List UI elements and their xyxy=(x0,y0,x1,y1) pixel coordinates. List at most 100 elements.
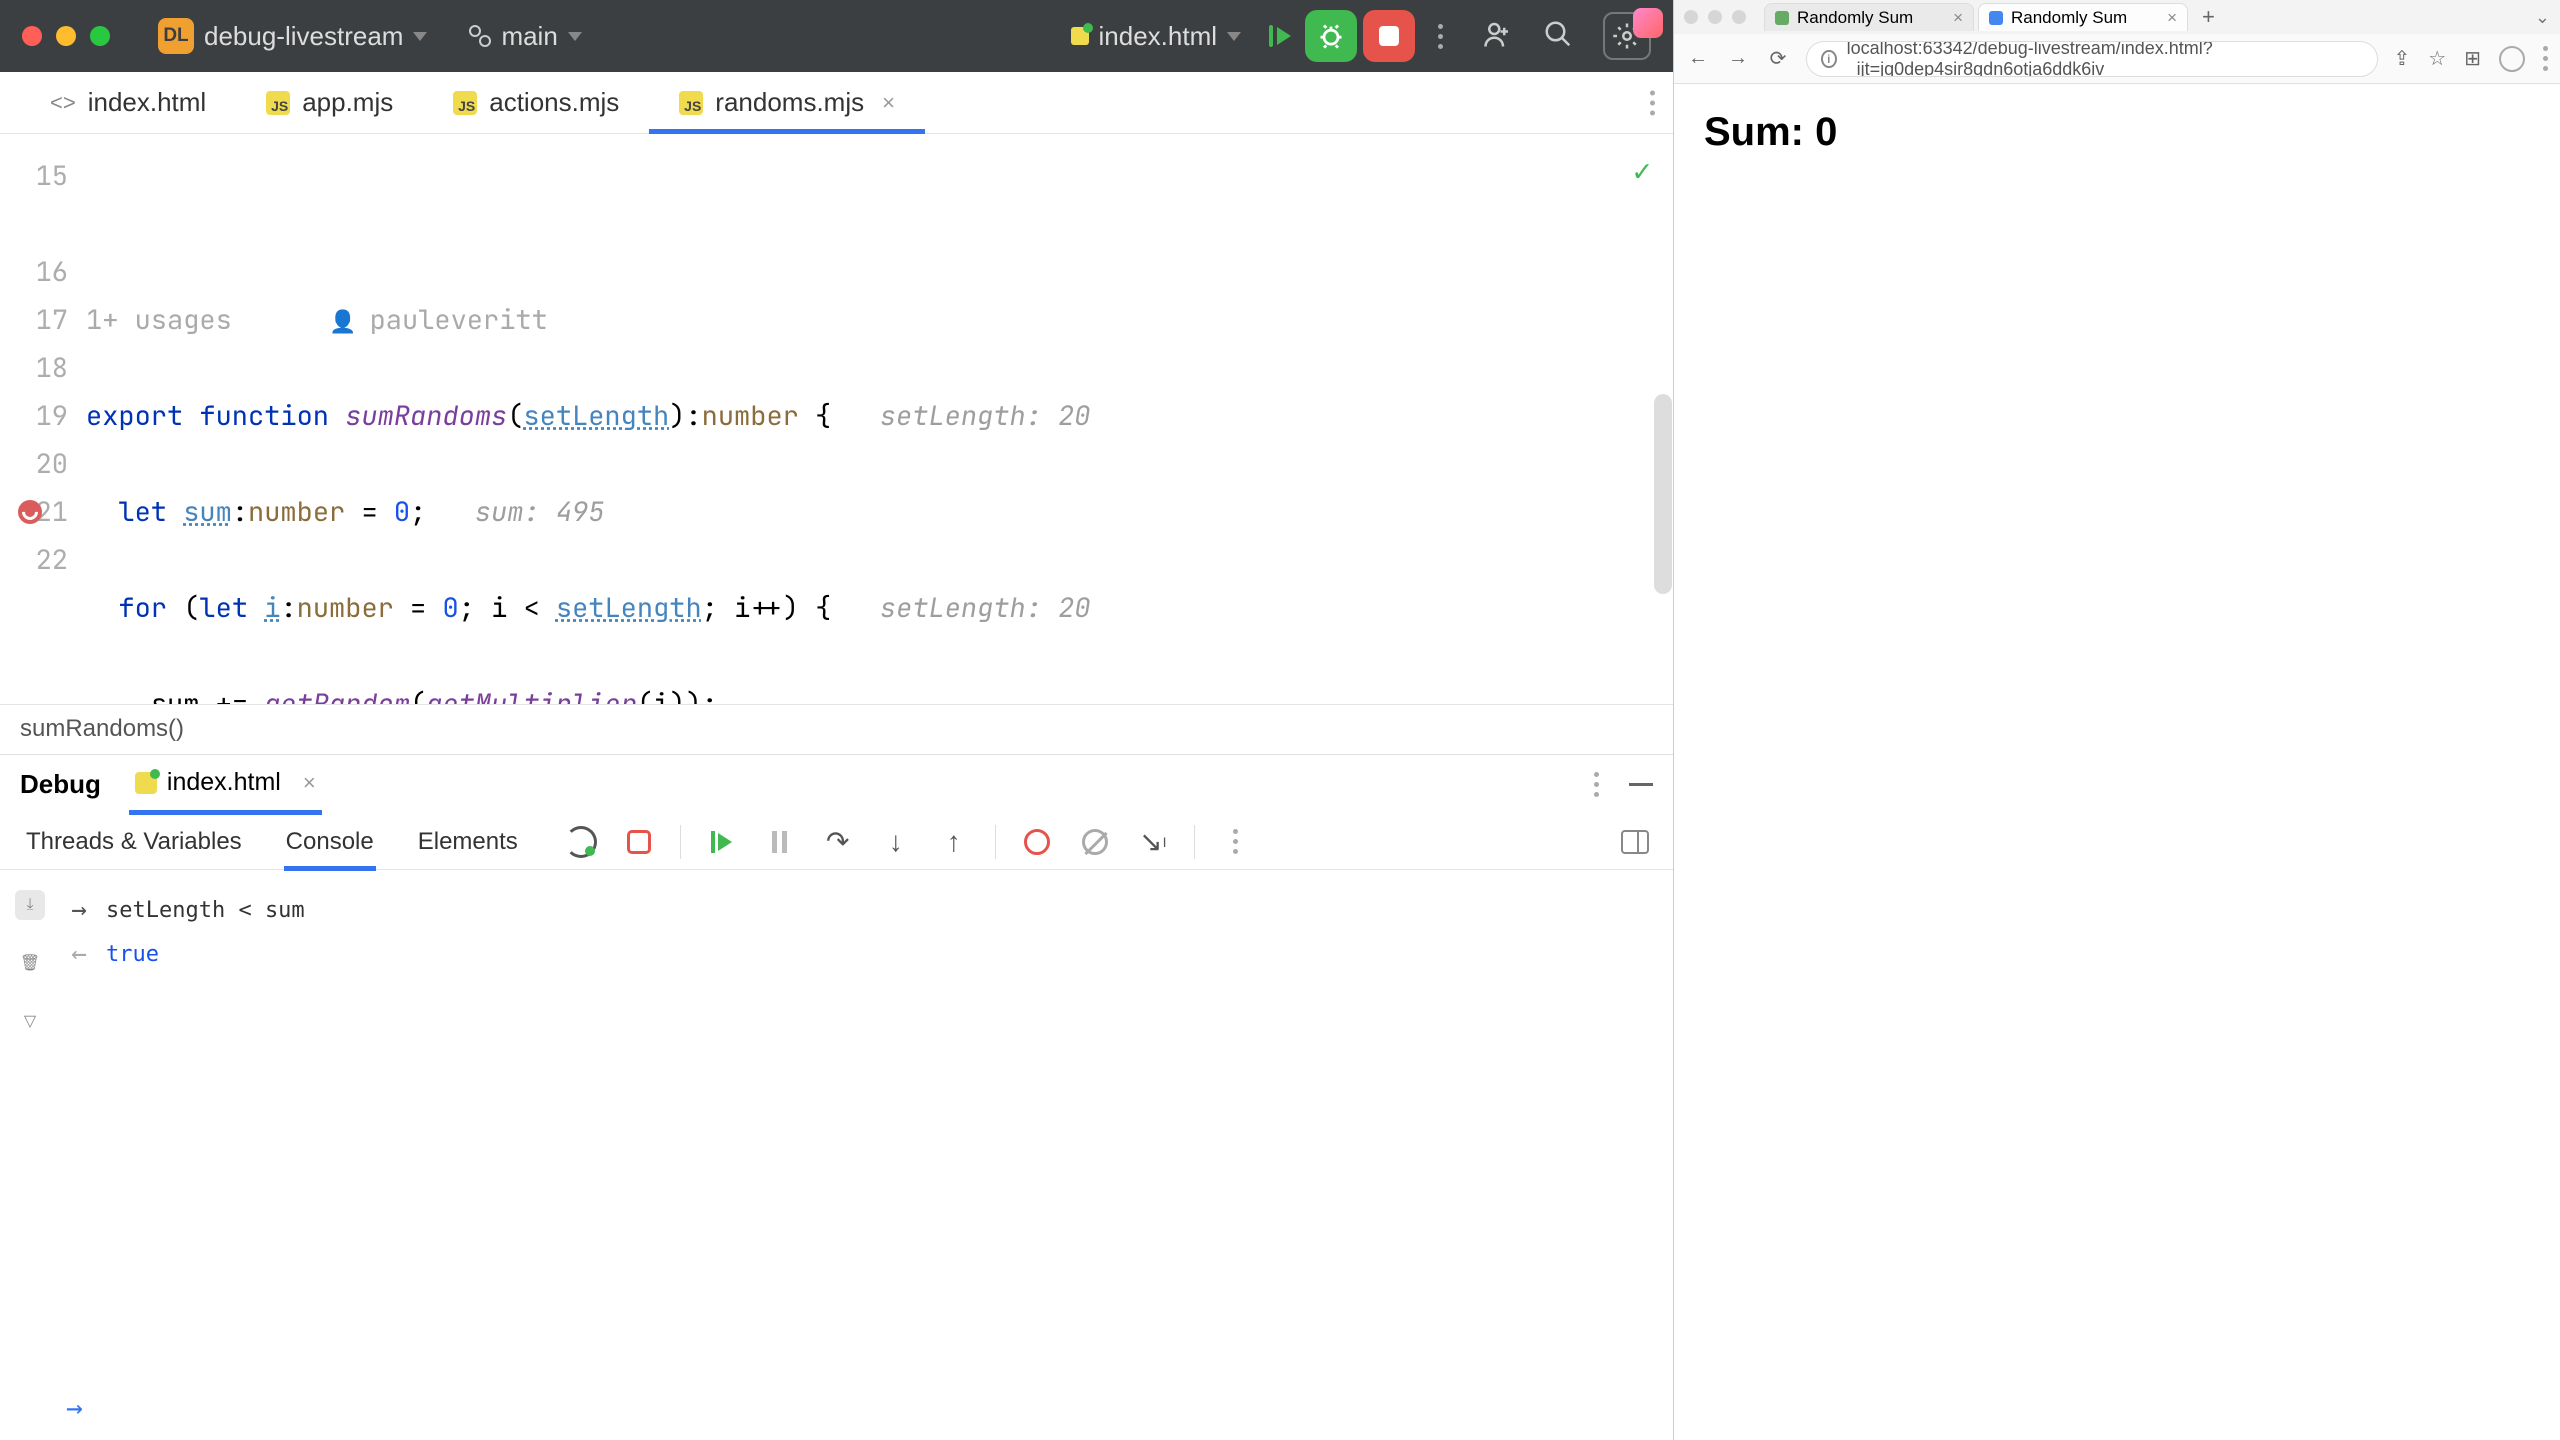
separator xyxy=(1194,825,1195,859)
chevron-down-icon xyxy=(413,32,427,41)
zoom-window-icon[interactable] xyxy=(90,26,110,46)
close-tab-icon[interactable]: × xyxy=(1953,8,1963,28)
tab-app-mjs[interactable]: JS app.mjs xyxy=(236,72,423,133)
console-expression: setLength < sum xyxy=(106,898,305,923)
code-meta-line: 1+ usages pauleveritt xyxy=(82,296,1673,344)
collaborate-icon[interactable] xyxy=(1483,19,1513,54)
output-arrow-icon: ← xyxy=(66,939,92,969)
browser-window-controls xyxy=(1684,10,1746,24)
line-number: 15 xyxy=(0,152,68,200)
line-gutter[interactable]: 15 16 17 18 19 20 21 22 xyxy=(0,134,82,704)
project-selector[interactable]: debug-livestream xyxy=(204,21,427,52)
close-tab-icon[interactable]: × xyxy=(882,90,895,116)
tabs-more-button[interactable] xyxy=(1650,90,1655,115)
tab-randoms-mjs[interactable]: JS randoms.mjs × xyxy=(649,72,925,133)
browser-menu-icon[interactable] xyxy=(2543,46,2548,71)
tab-elements[interactable]: Elements xyxy=(416,814,520,870)
clear-console-icon[interactable]: 🗑 xyxy=(15,948,45,978)
tab-label: actions.mjs xyxy=(489,87,619,118)
project-badge[interactable]: DL xyxy=(158,18,194,54)
editor-tabs: <> index.html JS app.mjs JS actions.mjs … xyxy=(0,72,1673,134)
browser-window: Randomly Sum × Randomly Sum × + ⌄ ← → ⟳ … xyxy=(1673,0,2560,1440)
debug-run-button[interactable] xyxy=(1261,17,1299,55)
run-to-cursor-button[interactable]: ↘I xyxy=(1136,825,1170,859)
browser-tab-2[interactable]: Randomly Sum × xyxy=(1978,3,2188,31)
line-number: 21 xyxy=(0,488,68,536)
code-editor[interactable]: ✓ 15 16 17 18 19 20 21 22 1+ usages paul… xyxy=(0,134,1673,704)
breakpoint-icon[interactable] xyxy=(18,500,42,524)
window-chevron-icon[interactable]: ⌄ xyxy=(2535,7,2550,28)
rerun-button[interactable] xyxy=(564,825,598,859)
page-content: Sum: 0 xyxy=(1674,84,2560,1440)
tab-actions-mjs[interactable]: JS actions.mjs xyxy=(423,72,649,133)
code-line-15 xyxy=(82,200,1673,248)
line-number: 17 xyxy=(0,296,68,344)
profile-icon[interactable] xyxy=(2499,46,2525,72)
ai-badge-icon xyxy=(1633,8,1663,38)
stop-icon xyxy=(1379,26,1399,46)
debug-button[interactable] xyxy=(1305,10,1357,62)
step-into-button[interactable]: ↓ xyxy=(879,825,913,859)
titlebar-right xyxy=(1483,12,1651,60)
tab-index-html[interactable]: <> index.html xyxy=(20,72,236,133)
close-session-icon[interactable]: × xyxy=(303,770,316,796)
console-prompt-icon[interactable]: → xyxy=(66,1391,83,1424)
line-number: 19 xyxy=(0,392,68,440)
tab-label: index.html xyxy=(88,87,207,118)
settings-button[interactable] xyxy=(1603,12,1651,60)
step-over-button[interactable]: ↷ xyxy=(821,825,855,859)
minimize-window-icon[interactable] xyxy=(1708,10,1722,24)
share-icon[interactable]: ⇪ xyxy=(2394,46,2411,71)
separator xyxy=(680,825,681,859)
pause-button[interactable] xyxy=(763,825,797,859)
code-line-16: export function sumRandoms(setLength):nu… xyxy=(82,392,1673,440)
back-button[interactable]: ← xyxy=(1686,47,1710,70)
search-icon[interactable] xyxy=(1543,19,1573,54)
reload-button[interactable]: ⟳ xyxy=(1766,46,1790,71)
git-branch-selector[interactable]: main xyxy=(469,21,581,52)
debug-more-icon[interactable] xyxy=(1594,772,1599,797)
filter-icon[interactable]: ▽ xyxy=(15,1006,45,1036)
close-window-icon[interactable] xyxy=(1684,10,1698,24)
debug-session-tab[interactable]: index.html × xyxy=(135,768,316,801)
tab-threads-variables[interactable]: Threads & Variables xyxy=(24,814,244,870)
js-file-icon xyxy=(135,772,157,794)
stop-debug-button[interactable] xyxy=(622,825,656,859)
js-file-icon: JS xyxy=(266,91,290,115)
code-area[interactable]: 1+ usages pauleveritt export function su… xyxy=(82,134,1673,704)
browser-tabbar: Randomly Sum × Randomly Sum × + ⌄ xyxy=(1674,0,2560,34)
scroll-to-end-icon[interactable]: ⤓ xyxy=(15,890,45,920)
more-run-options[interactable] xyxy=(1421,17,1459,55)
close-window-icon[interactable] xyxy=(22,26,42,46)
view-breakpoints-button[interactable] xyxy=(1020,825,1054,859)
console-output[interactable]: → setLength < sum ← true → xyxy=(60,870,1673,1440)
js-file-icon: JS xyxy=(679,91,703,115)
debug-console: ⤓ 🗑 ▽ → setLength < sum ← true → xyxy=(0,870,1673,1440)
debug-toolbar-more[interactable] xyxy=(1219,825,1253,859)
browser-tab-1[interactable]: Randomly Sum × xyxy=(1764,3,1974,31)
tab-title: Randomly Sum xyxy=(2011,8,2127,28)
minimize-panel-icon[interactable] xyxy=(1629,783,1653,786)
site-info-icon[interactable]: i xyxy=(1821,50,1837,68)
tab-console[interactable]: Console xyxy=(284,814,376,870)
address-bar[interactable]: i localhost:63342/debug-livestream/index… xyxy=(1806,41,2378,77)
close-tab-icon[interactable]: × xyxy=(2167,8,2177,28)
new-tab-button[interactable]: + xyxy=(2192,4,2225,30)
mute-breakpoints-button[interactable] xyxy=(1078,825,1112,859)
zoom-window-icon[interactable] xyxy=(1732,10,1746,24)
tab-label: app.mjs xyxy=(302,87,393,118)
stop-icon xyxy=(627,830,651,854)
forward-button[interactable]: → xyxy=(1726,47,1750,70)
editor-breadcrumb[interactable]: sumRandoms() xyxy=(0,704,1673,754)
step-out-button[interactable]: ↑ xyxy=(937,825,971,859)
resume-button[interactable] xyxy=(705,825,739,859)
minimize-window-icon[interactable] xyxy=(56,26,76,46)
tab-title: Randomly Sum xyxy=(1797,8,1913,28)
url-text: localhost:63342/debug-livestream/index.h… xyxy=(1847,41,2363,77)
line-number: 18 xyxy=(0,344,68,392)
extensions-icon[interactable]: ⊞ xyxy=(2464,46,2481,71)
stop-button[interactable] xyxy=(1363,10,1415,62)
layout-settings-icon[interactable] xyxy=(1621,830,1649,854)
run-configuration-selector[interactable]: index.html xyxy=(1071,21,1242,52)
bookmark-icon[interactable]: ☆ xyxy=(2428,46,2446,71)
